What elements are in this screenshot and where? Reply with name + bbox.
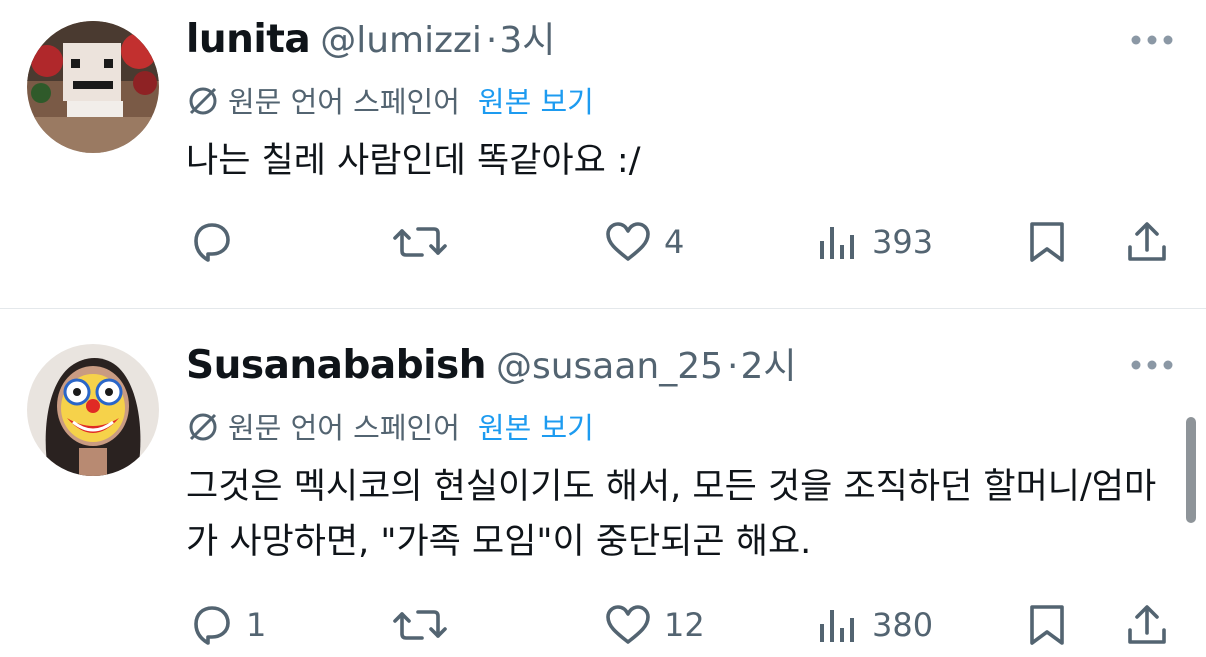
reply-button[interactable]: 1 bbox=[188, 600, 266, 650]
bookmark-icon bbox=[1030, 605, 1064, 645]
reply-icon bbox=[194, 606, 230, 645]
like-count: 12 bbox=[664, 606, 705, 644]
share-button[interactable] bbox=[1124, 600, 1170, 650]
like-button[interactable]: 4 bbox=[604, 217, 684, 267]
bookmark-button[interactable] bbox=[1026, 217, 1068, 267]
more-icon[interactable] bbox=[1128, 353, 1176, 377]
heart-icon bbox=[606, 222, 650, 261]
retweet-button[interactable] bbox=[392, 217, 448, 267]
reply-count: 1 bbox=[246, 606, 267, 644]
share-button[interactable] bbox=[1124, 217, 1170, 267]
tweet-header: lunita @lumizzi ·3시 bbox=[186, 16, 555, 64]
heart-icon bbox=[606, 605, 650, 644]
like-button[interactable]: 12 bbox=[604, 600, 705, 650]
timestamp[interactable]: 3시 bbox=[499, 20, 555, 61]
views-button[interactable]: 393 bbox=[816, 217, 933, 267]
translation-note: 원문 언어 스페인어 bbox=[228, 85, 460, 119]
retweet-button[interactable] bbox=[392, 600, 448, 650]
scrollbar-thumb[interactable] bbox=[1186, 417, 1196, 523]
timestamp[interactable]: 2시 bbox=[741, 346, 797, 387]
show-original-link[interactable]: 원본 보기 bbox=[478, 411, 594, 445]
action-bar: 4 393 bbox=[0, 217, 1206, 267]
tweet-header: Susanababish @susaan_25·2시 bbox=[186, 342, 797, 390]
separator: · bbox=[727, 346, 739, 387]
share-icon bbox=[1128, 605, 1166, 644]
bookmark-button[interactable] bbox=[1026, 600, 1068, 650]
avatar[interactable] bbox=[27, 344, 159, 476]
translation-bar: 원문 언어 스페인어 원본 보기 bbox=[186, 82, 594, 122]
more-icon[interactable] bbox=[1128, 28, 1176, 52]
like-count: 4 bbox=[664, 223, 685, 261]
views-button[interactable]: 380 bbox=[816, 600, 933, 650]
show-original-link[interactable]: 원본 보기 bbox=[478, 85, 594, 119]
reply-icon bbox=[194, 223, 230, 262]
translation-bar: 원문 언어 스페인어 원본 보기 bbox=[186, 408, 594, 448]
tweet-text: 그것은 멕시코의 현실이기도 해서, 모든 것을 조직하던 할머니/엄마가 사망… bbox=[186, 467, 1157, 562]
user-handle[interactable]: @lumizzi bbox=[320, 20, 482, 61]
views-icon bbox=[820, 227, 854, 259]
retweet-icon bbox=[393, 610, 447, 640]
tweet-text: 나는 칠레 사람인데 똑같아요 :/ bbox=[186, 141, 641, 181]
views-icon bbox=[820, 610, 854, 642]
user-handle[interactable]: @susaan_25 bbox=[496, 346, 723, 387]
reply-button[interactable] bbox=[188, 217, 234, 267]
share-icon bbox=[1128, 222, 1166, 261]
avatar[interactable] bbox=[27, 21, 159, 153]
view-count: 380 bbox=[872, 606, 934, 644]
view-count: 393 bbox=[872, 223, 934, 261]
translate-icon bbox=[189, 87, 217, 115]
bookmark-icon bbox=[1030, 222, 1064, 262]
retweet-icon bbox=[393, 227, 447, 257]
translate-icon bbox=[189, 413, 217, 441]
display-name[interactable]: lunita bbox=[186, 17, 311, 62]
tweet[interactable]: Susanababish @susaan_25·2시 원문 언어 스페인어 원본 보… bbox=[0, 309, 1206, 657]
display-name[interactable]: Susanababish bbox=[186, 343, 486, 388]
action-bar: 1 12 380 bbox=[0, 600, 1206, 650]
separator: · bbox=[485, 20, 498, 61]
tweet[interactable]: lunita @lumizzi ·3시 원문 언어 스페인어 원본 보기 나는 칠레 … bbox=[0, 0, 1206, 308]
translation-note: 원문 언어 스페인어 bbox=[228, 411, 460, 445]
